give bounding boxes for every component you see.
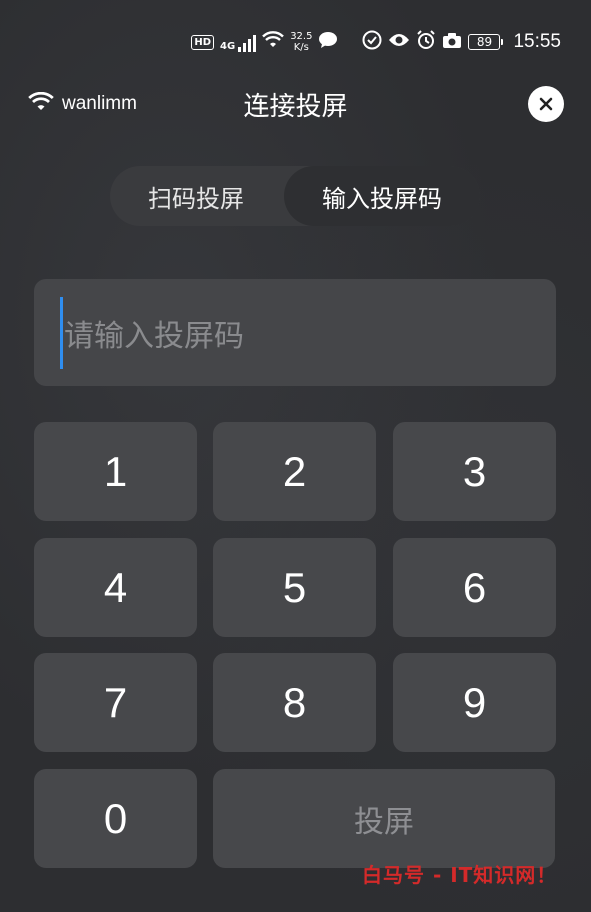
tab-scan-code[interactable]: 扫码投屏	[110, 166, 282, 226]
key-9[interactable]: 9	[393, 653, 556, 752]
network-speed-value: 32.5	[290, 31, 313, 42]
battery-icon: 89	[468, 34, 504, 50]
watermark: 白马号 - IT知识网！	[362, 863, 558, 887]
nfc-icon	[362, 30, 382, 54]
key-4[interactable]: 4	[34, 538, 197, 637]
wifi-status-icon	[262, 31, 285, 53]
key-5[interactable]: 5	[213, 538, 376, 637]
network-speed: 32.5 K/s	[290, 31, 312, 53]
key-1[interactable]: 1	[34, 422, 197, 521]
chat-bubble-icon	[318, 31, 338, 53]
network-type-label: 4G	[220, 41, 236, 52]
status-bar: HD 4G 32.5 K/s 89 15:55	[191, 26, 561, 58]
signal-bars	[238, 34, 257, 52]
camera-icon	[442, 32, 462, 53]
clock-time: 15:55	[513, 31, 561, 52]
cast-button[interactable]: 投屏	[213, 769, 555, 868]
key-8[interactable]: 8	[213, 653, 376, 752]
cellular-signal-icon: 4G	[220, 32, 257, 52]
cast-code-input[interactable]: 请输入投屏码	[34, 279, 556, 386]
tab-input-code[interactable]: 输入投屏码	[284, 166, 480, 226]
cast-button-label: 投屏	[354, 804, 414, 840]
mode-tabs: 扫码投屏 输入投屏码	[110, 166, 480, 226]
page-title: 连接投屏	[243, 92, 348, 122]
key-6[interactable]: 6	[393, 538, 556, 637]
close-icon	[539, 97, 553, 111]
eye-comfort-icon	[388, 32, 410, 52]
text-caret	[60, 297, 63, 369]
key-0[interactable]: 0	[34, 769, 197, 868]
network-speed-unit: K/s	[293, 42, 309, 53]
alarm-clock-icon	[416, 30, 436, 54]
close-button[interactable]	[528, 86, 564, 122]
cast-code-placeholder: 请输入投屏码	[64, 318, 244, 354]
battery-level: 89	[468, 34, 501, 50]
key-2[interactable]: 2	[213, 422, 376, 521]
key-3[interactable]: 3	[393, 422, 556, 521]
key-7[interactable]: 7	[34, 653, 197, 752]
hd-badge: HD	[191, 34, 215, 50]
